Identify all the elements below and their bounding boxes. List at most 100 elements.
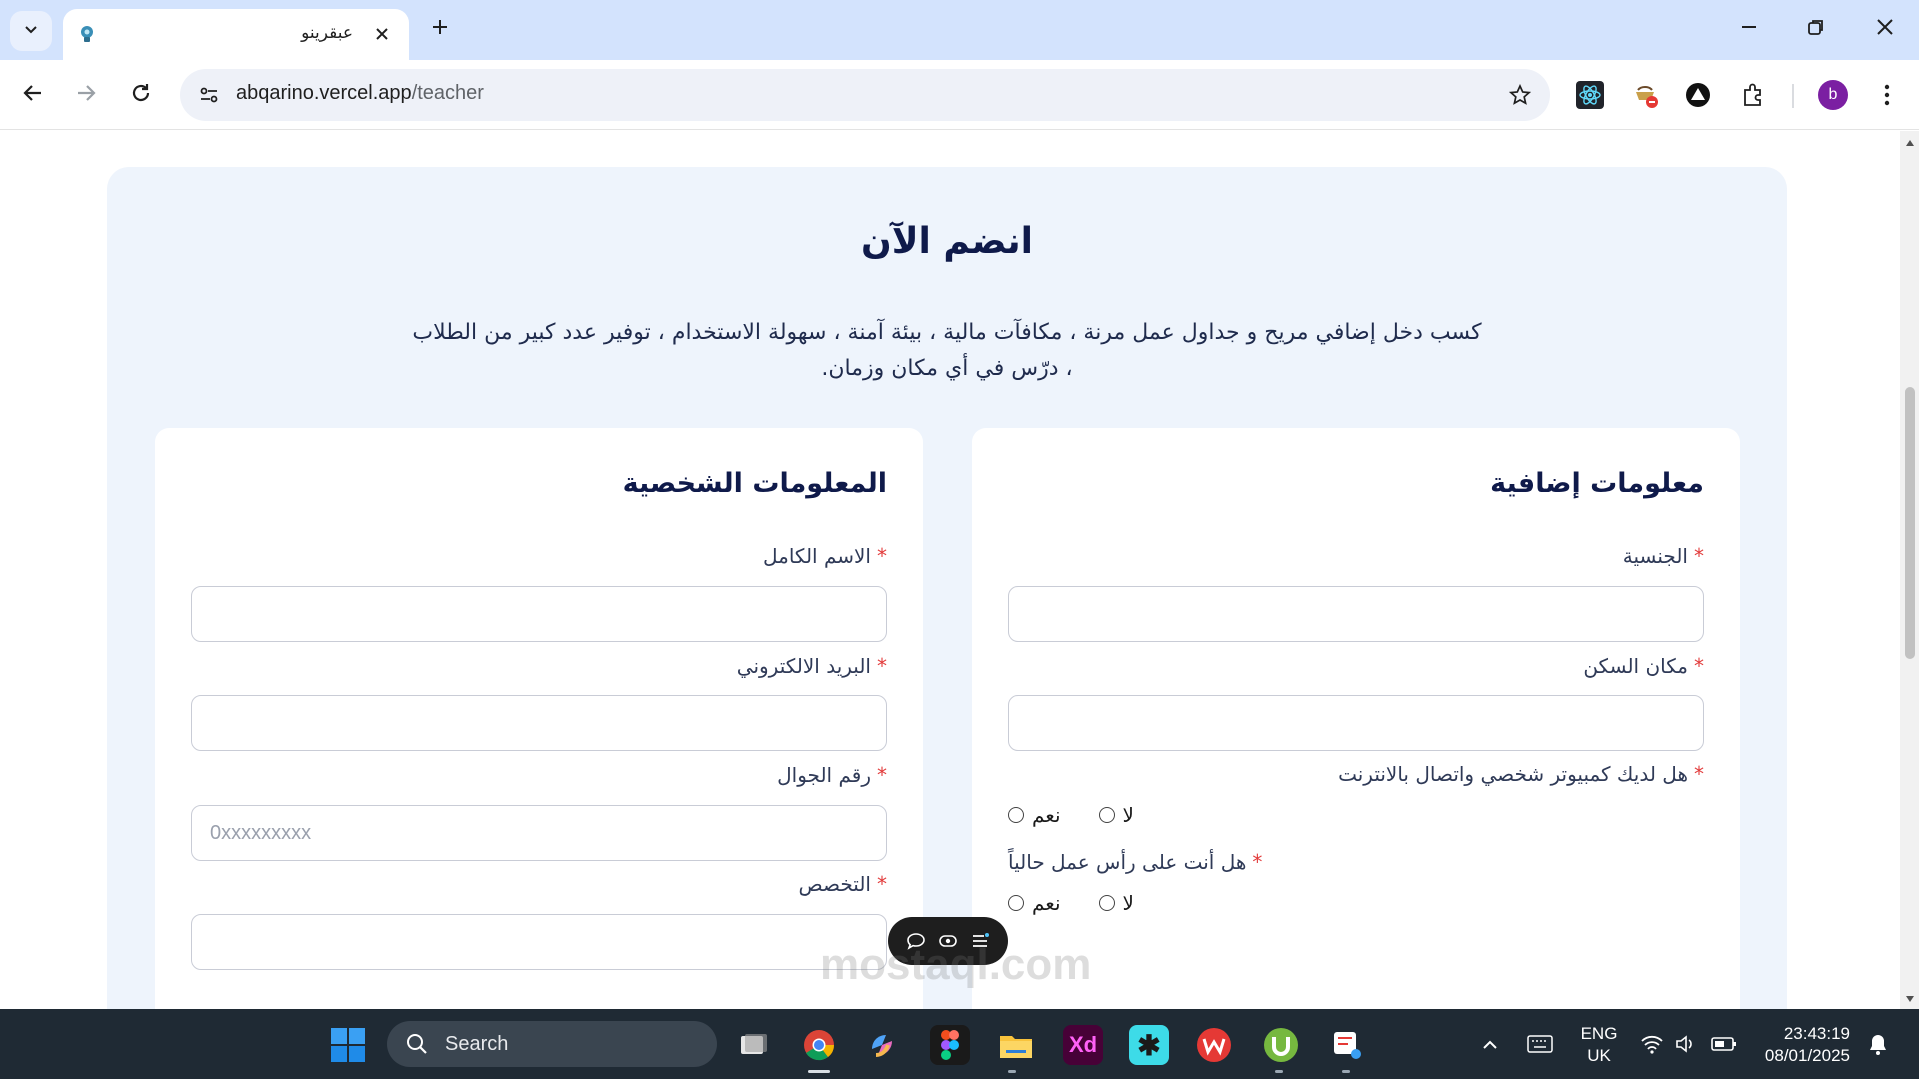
radio-button[interactable]: [1008, 807, 1024, 823]
close-window-button[interactable]: [1858, 8, 1912, 50]
plus-icon: [431, 18, 449, 40]
phone-label: *رقم الجوال: [777, 763, 887, 787]
arrow-right-icon: [75, 82, 97, 108]
url-path: /teacher: [411, 82, 484, 104]
eye-icon[interactable]: [935, 928, 961, 954]
computer-no-option[interactable]: لا: [1098, 803, 1134, 827]
radio-button[interactable]: [1098, 807, 1115, 823]
required-asterisk: *: [1252, 850, 1263, 874]
working-yes-option[interactable]: نعم: [1008, 891, 1061, 915]
file-explorer-icon[interactable]: [996, 1025, 1036, 1065]
personal-info-title: المعلومات الشخصية: [622, 468, 887, 499]
chevron-down-icon: [23, 21, 39, 41]
close-icon: [1876, 18, 1894, 40]
asterisk-app-icon[interactable]: ✱: [1129, 1025, 1169, 1065]
copilot-icon[interactable]: [862, 1025, 902, 1065]
email-input[interactable]: [191, 695, 887, 751]
full-name-input[interactable]: [191, 586, 887, 642]
arrow-left-icon: [22, 82, 44, 108]
scroll-down-icon[interactable]: [1904, 993, 1915, 1004]
residence-input[interactable]: [1008, 695, 1704, 751]
computer-yes-option[interactable]: نعم: [1008, 803, 1061, 827]
comment-icon[interactable]: [903, 928, 929, 954]
task-view-icon[interactable]: [734, 1025, 774, 1065]
full-name-label-row: *الاسم الكامل: [191, 544, 887, 574]
computer-question-label: *هل لديك كمبيوتر شخصي واتصال بالانترنت: [1338, 762, 1704, 786]
additional-info-title: معلومات إضافية: [1490, 468, 1704, 499]
wps-office-icon[interactable]: [1194, 1025, 1234, 1065]
utorrent-icon[interactable]: [1261, 1025, 1301, 1065]
close-tab-icon[interactable]: [369, 21, 395, 47]
chrome-active-indicator: [808, 1070, 830, 1073]
profile-avatar[interactable]: b: [1818, 80, 1848, 110]
windows-start-icon[interactable]: [330, 1027, 366, 1063]
toolbar-divider: [1792, 84, 1794, 108]
scrollbar-thumb[interactable]: [1905, 387, 1915, 659]
snipping-tool-icon[interactable]: [1327, 1025, 1367, 1065]
radio-button[interactable]: [1008, 895, 1024, 911]
residence-label: *مكان السكن: [1583, 654, 1704, 678]
personal-info-card: المعلومات الشخصية *الاسم الكامل *البريد …: [155, 428, 923, 1009]
computer-question-row: *هل لديك كمبيوتر شخصي واتصال بالانترنت: [1008, 762, 1704, 792]
puzzle-extensions-icon[interactable]: [1735, 77, 1771, 113]
adobe-xd-icon[interactable]: Xd: [1063, 1025, 1103, 1065]
list-icon[interactable]: [967, 928, 993, 954]
radio-button[interactable]: [1098, 895, 1115, 911]
language-text: ENG: [1580, 1024, 1618, 1043]
required-asterisk: *: [877, 654, 887, 678]
figma-icon[interactable]: [930, 1025, 970, 1065]
explorer-indicator: [1008, 1070, 1016, 1073]
site-info-icon[interactable]: [194, 80, 224, 110]
required-asterisk: *: [1694, 544, 1704, 568]
working-radio-group: نعم لا: [1008, 888, 1704, 918]
required-asterisk: *: [1694, 762, 1704, 786]
triangle-extension-icon[interactable]: [1680, 77, 1716, 113]
volume-icon[interactable]: [1670, 1027, 1702, 1061]
react-devtools-icon[interactable]: [1572, 77, 1608, 113]
required-asterisk: *: [877, 872, 887, 896]
extension-blocked-icon[interactable]: [1627, 77, 1663, 113]
tab-strip: عبقرينو: [0, 0, 1919, 60]
address-bar[interactable]: abqarino.vercel.app/teacher: [180, 69, 1550, 121]
language-indicator[interactable]: ENG UK: [1576, 1023, 1622, 1067]
chevron-up-icon[interactable]: [1474, 1027, 1506, 1061]
specialty-label-row: *التخصص: [191, 872, 887, 902]
specialty-label: *التخصص: [798, 872, 887, 896]
email-label-row: *البريد الالكتروني: [191, 654, 887, 684]
utorrent-indicator: [1275, 1070, 1283, 1073]
wifi-icon[interactable]: [1636, 1027, 1668, 1061]
page-description: كسب دخل إضافي مريح و جداول عمل مرنة ، مك…: [412, 320, 1482, 381]
nationality-input[interactable]: [1008, 586, 1704, 642]
phone-input[interactable]: 0xxxxxxxxx: [191, 805, 887, 861]
active-tab[interactable]: عبقرينو: [63, 9, 409, 60]
clock-time: 23:43:19: [1783, 1024, 1850, 1043]
battery-icon[interactable]: [1708, 1027, 1740, 1061]
computer-radio-group: نعم لا: [1008, 800, 1704, 830]
forward-button[interactable]: [65, 74, 107, 116]
email-label: *البريد الالكتروني: [736, 654, 887, 678]
notification-bell-icon[interactable]: [1862, 1027, 1894, 1061]
search-icon: [405, 1032, 429, 1056]
back-button[interactable]: [12, 74, 54, 116]
taskbar-search[interactable]: Search: [387, 1021, 717, 1067]
browser-toolbar: abqarino.vercel.app/teacher b: [0, 60, 1919, 130]
chrome-icon[interactable]: [799, 1025, 839, 1065]
required-asterisk: *: [1694, 654, 1704, 678]
minimize-button[interactable]: [1722, 8, 1776, 50]
clock[interactable]: 23:43:19 08/01/2025: [1758, 1023, 1850, 1067]
tab-search-button[interactable]: [10, 11, 52, 51]
working-no-option[interactable]: لا: [1098, 891, 1134, 915]
page-scrollbar[interactable]: [1900, 131, 1919, 1009]
bookmark-star-icon[interactable]: [1504, 79, 1536, 111]
restore-button[interactable]: [1789, 8, 1843, 50]
specialty-input[interactable]: [191, 914, 887, 970]
windows-taskbar: Search Xd ✱ ENG UK 23:43:19 08/01/2025: [0, 1009, 1919, 1079]
kebab-menu-icon[interactable]: [1869, 77, 1905, 113]
reload-button[interactable]: [120, 74, 162, 116]
scroll-up-icon[interactable]: [1904, 137, 1915, 148]
lightbulb-icon: [75, 22, 99, 46]
keyboard-icon[interactable]: [1524, 1027, 1556, 1061]
nationality-label-row: *الجنسية: [1008, 544, 1704, 574]
new-tab-button[interactable]: [423, 12, 457, 46]
page-title: انضم الآن: [861, 221, 1033, 262]
